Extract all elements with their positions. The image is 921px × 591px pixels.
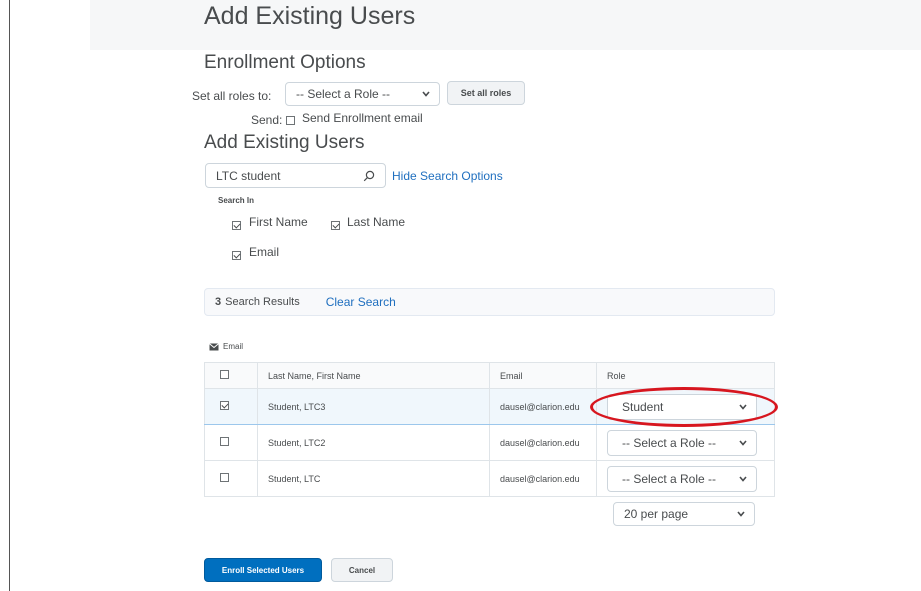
set-all-roles-select-value: -- Select a Role -- bbox=[296, 87, 391, 101]
hide-search-options-link[interactable]: Hide Search Options bbox=[392, 169, 503, 183]
search-icon[interactable] bbox=[363, 170, 375, 182]
table-row[interactable]: Student, LTC2 dausel@clarion.edu -- Sele… bbox=[204, 424, 775, 461]
row-checkbox[interactable] bbox=[204, 460, 258, 497]
column-header-role[interactable]: Role bbox=[596, 362, 775, 389]
add-existing-users-heading: Add Existing Users bbox=[204, 132, 365, 153]
search-in-label: Search In bbox=[218, 196, 255, 205]
cancel-button[interactable]: Cancel bbox=[331, 558, 393, 582]
per-page-select[interactable]: 20 per page bbox=[613, 502, 755, 526]
checkbox-checked-icon bbox=[232, 221, 241, 230]
table-row[interactable]: Student, LTC dausel@clarion.edu -- Selec… bbox=[204, 460, 775, 497]
search-last-name-checkbox[interactable] bbox=[331, 217, 340, 235]
send-enrollment-email-label: Send Enrollment email bbox=[302, 111, 423, 125]
per-page-value: 20 per page bbox=[624, 507, 689, 521]
row-name: Student, LTC3 bbox=[257, 388, 490, 425]
checkbox-icon bbox=[220, 370, 229, 379]
email-action-label: Email bbox=[223, 342, 244, 351]
chevron-down-icon bbox=[739, 439, 747, 446]
checkbox-icon bbox=[220, 473, 229, 482]
search-input[interactable]: LTC student bbox=[205, 163, 386, 188]
table-header-row: Last Name, First Name Email Role bbox=[204, 362, 775, 389]
row-name: Student, LTC2 bbox=[257, 424, 490, 461]
enroll-selected-users-button[interactable]: Enroll Selected Users bbox=[204, 558, 322, 582]
search-results-count: 3 bbox=[215, 296, 222, 308]
clear-search-link[interactable]: Clear Search bbox=[326, 295, 396, 309]
row-email: dausel@clarion.edu bbox=[489, 388, 597, 425]
chevron-down-icon bbox=[422, 91, 430, 97]
chevron-down-icon bbox=[737, 511, 745, 517]
page-title: Add Existing Users bbox=[204, 2, 416, 30]
email-action[interactable]: Email bbox=[209, 342, 243, 351]
row-role-select[interactable]: -- Select a Role -- bbox=[607, 465, 757, 492]
search-first-name-checkbox[interactable] bbox=[232, 217, 241, 235]
row-role-value: -- Select a Role -- bbox=[622, 471, 717, 486]
checkbox-checked-icon bbox=[232, 251, 241, 260]
enrollment-options-heading: Enrollment Options bbox=[204, 52, 366, 73]
search-first-name-label: First Name bbox=[249, 215, 308, 229]
search-results-label: Search Results bbox=[225, 296, 300, 308]
send-label: Send: bbox=[251, 113, 283, 127]
highlight-ellipse bbox=[590, 387, 778, 427]
checkbox-icon bbox=[220, 437, 229, 446]
set-all-roles-button[interactable]: Set all roles bbox=[447, 81, 525, 105]
row-name: Student, LTC bbox=[257, 460, 490, 497]
send-enrollment-email-checkbox[interactable] bbox=[286, 112, 295, 130]
chevron-down-icon bbox=[739, 475, 747, 482]
search-email-checkbox[interactable] bbox=[232, 247, 241, 265]
row-role-value: -- Select a Role -- bbox=[622, 435, 717, 450]
row-checkbox[interactable] bbox=[204, 424, 258, 461]
checkbox-checked-icon bbox=[220, 401, 229, 410]
search-results-bar: 3 Search Results Clear Search bbox=[204, 288, 775, 316]
row-role-cell: -- Select a Role -- bbox=[596, 460, 775, 497]
search-input-value: LTC student bbox=[216, 168, 281, 183]
results-table: Last Name, First Name Email Role Student… bbox=[204, 362, 775, 497]
row-role-cell: -- Select a Role -- bbox=[596, 424, 775, 461]
search-last-name-label: Last Name bbox=[347, 215, 406, 229]
row-checkbox[interactable] bbox=[204, 388, 258, 425]
row-email: dausel@clarion.edu bbox=[489, 424, 597, 461]
window-left-edge bbox=[0, 0, 10, 591]
envelope-icon bbox=[209, 342, 219, 350]
search-email-label: Email bbox=[249, 245, 280, 259]
column-header-email[interactable]: Email bbox=[489, 362, 597, 389]
checkbox-icon bbox=[286, 116, 295, 125]
checkbox-checked-icon bbox=[331, 221, 340, 230]
select-all-header[interactable] bbox=[204, 362, 258, 389]
row-role-select[interactable]: -- Select a Role -- bbox=[607, 429, 757, 456]
column-header-name[interactable]: Last Name, First Name bbox=[257, 362, 490, 389]
set-all-roles-label: Set all roles to: bbox=[192, 89, 272, 103]
set-all-roles-select[interactable]: -- Select a Role -- bbox=[285, 82, 440, 106]
row-email: dausel@clarion.edu bbox=[489, 460, 597, 497]
